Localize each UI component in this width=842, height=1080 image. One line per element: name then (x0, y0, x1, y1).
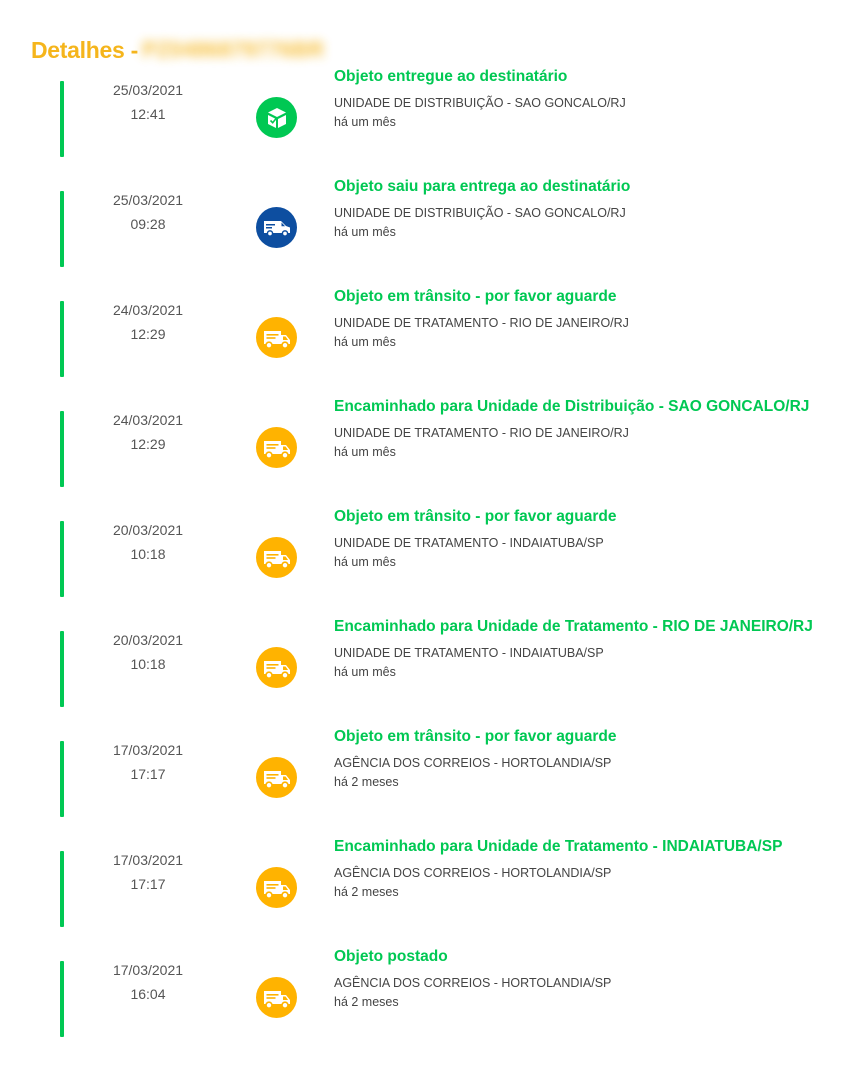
timeline-event: 25/03/2021 09:28 Objeto saiu para entreg… (0, 178, 842, 288)
timeline-event: 20/03/2021 10:18 Encaminhado para Unidad… (0, 618, 842, 728)
timeline-status-bar (60, 851, 64, 927)
event-location: UNIDADE DE DISTRIBUIÇÃO - SAO GONCALO/RJ (334, 206, 626, 220)
event-title: Objeto em trânsito - por favor aguarde (334, 728, 617, 745)
event-title: Objeto em trânsito - por favor aguarde (334, 508, 617, 525)
event-title: Encaminhado para Unidade de Tratamento -… (334, 618, 813, 635)
truck-icon (256, 647, 297, 688)
truck-icon (256, 427, 297, 468)
event-date: 20/03/2021 (112, 522, 184, 538)
delivery-van-icon (256, 207, 297, 248)
event-relative-time: há 2 meses (334, 885, 399, 899)
event-date: 17/03/2021 (112, 962, 184, 978)
event-relative-time: há um mês (334, 225, 396, 239)
timeline-status-bar (60, 961, 64, 1037)
event-date: 17/03/2021 (112, 742, 184, 758)
timeline-event: 25/03/2021 12:41 Objeto entregue ao dest… (0, 68, 842, 178)
timeline-event: 20/03/2021 10:18 Objeto em trânsito - po… (0, 508, 842, 618)
event-date: 20/03/2021 (112, 632, 184, 648)
event-title: Encaminhado para Unidade de Tratamento -… (334, 838, 783, 855)
truck-icon (256, 867, 297, 908)
timeline-event: 24/03/2021 12:29 Encaminhado para Unidad… (0, 398, 842, 508)
event-time: 17:17 (130, 876, 166, 892)
package-delivered-icon (256, 97, 297, 138)
event-location: UNIDADE DE TRATAMENTO - INDAIATUBA/SP (334, 536, 604, 550)
timeline-event: 17/03/2021 16:04 Objeto postado AGÊNCIA … (0, 948, 842, 1058)
timeline-status-bar (60, 411, 64, 487)
event-relative-time: há um mês (334, 555, 396, 569)
truck-icon (256, 757, 297, 798)
event-title: Objeto postado (334, 948, 448, 965)
event-location: UNIDADE DE TRATAMENTO - RIO DE JANEIRO/R… (334, 316, 629, 330)
event-time: 12:29 (130, 436, 166, 452)
tracking-timeline: 25/03/2021 12:41 Objeto entregue ao dest… (0, 0, 842, 1080)
event-location: AGÊNCIA DOS CORREIOS - HORTOLANDIA/SP (334, 976, 612, 990)
event-title: Objeto entregue ao destinatário (334, 68, 568, 85)
event-relative-time: há 2 meses (334, 995, 399, 1009)
event-time: 12:29 (130, 326, 166, 342)
event-location: AGÊNCIA DOS CORREIOS - HORTOLANDIA/SP (334, 756, 612, 770)
event-time: 10:18 (130, 656, 166, 672)
event-date: 24/03/2021 (112, 302, 184, 318)
event-location: UNIDADE DE TRATAMENTO - RIO DE JANEIRO/R… (334, 426, 629, 440)
event-relative-time: há 2 meses (334, 775, 399, 789)
event-date: 25/03/2021 (112, 192, 184, 208)
event-date: 25/03/2021 (112, 82, 184, 98)
timeline-status-bar (60, 521, 64, 597)
event-time: 16:04 (130, 986, 166, 1002)
event-relative-time: há um mês (334, 115, 396, 129)
event-title: Objeto em trânsito - por favor aguarde (334, 288, 617, 305)
event-location: AGÊNCIA DOS CORREIOS - HORTOLANDIA/SP (334, 866, 612, 880)
event-location: UNIDADE DE TRATAMENTO - INDAIATUBA/SP (334, 646, 604, 660)
event-time: 17:17 (130, 766, 166, 782)
event-date: 24/03/2021 (112, 412, 184, 428)
event-relative-time: há um mês (334, 335, 396, 349)
timeline-status-bar (60, 191, 64, 267)
truck-icon (256, 317, 297, 358)
timeline-status-bar (60, 631, 64, 707)
timeline-event: 24/03/2021 12:29 Objeto em trânsito - po… (0, 288, 842, 398)
event-time: 12:41 (130, 106, 166, 122)
timeline-event: 17/03/2021 17:17 Objeto em trânsito - po… (0, 728, 842, 838)
event-time: 10:18 (130, 546, 166, 562)
timeline-status-bar (60, 741, 64, 817)
timeline-status-bar (60, 301, 64, 377)
timeline-status-bar (60, 81, 64, 157)
event-title: Encaminhado para Unidade de Distribuição… (334, 398, 810, 415)
event-location: UNIDADE DE DISTRIBUIÇÃO - SAO GONCALO/RJ (334, 96, 626, 110)
event-date: 17/03/2021 (112, 852, 184, 868)
truck-icon (256, 977, 297, 1018)
event-title: Objeto saiu para entrega ao destinatário (334, 178, 631, 195)
event-time: 09:28 (130, 216, 166, 232)
event-relative-time: há um mês (334, 445, 396, 459)
timeline-event: 17/03/2021 17:17 Encaminhado para Unidad… (0, 838, 842, 948)
truck-icon (256, 537, 297, 578)
event-relative-time: há um mês (334, 665, 396, 679)
